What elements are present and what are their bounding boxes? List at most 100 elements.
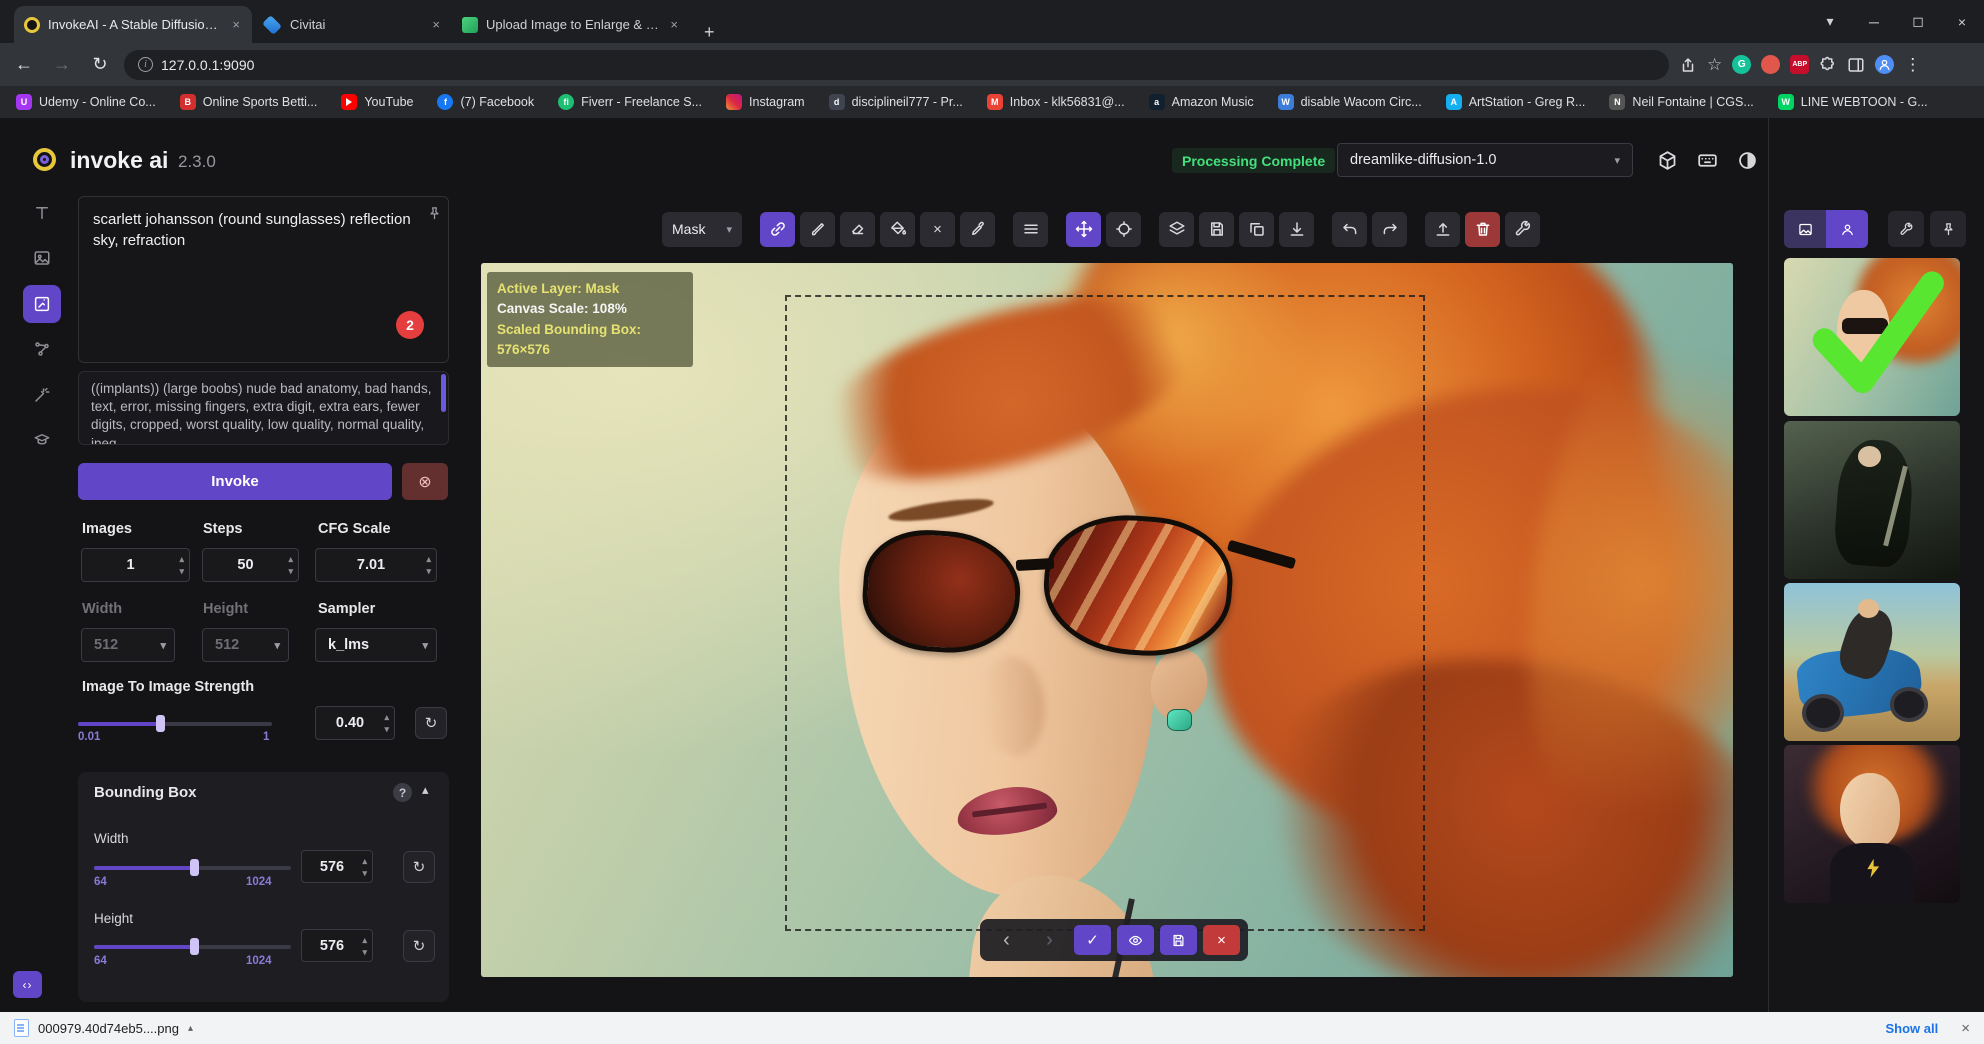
clear-mask-button[interactable]: × — [920, 212, 955, 247]
eraser-tool-button[interactable] — [840, 212, 875, 247]
extensions-puzzle-icon[interactable] — [1819, 56, 1837, 74]
browser-menu-icon[interactable]: ⋮ — [1904, 55, 1921, 75]
tab-close-icon[interactable]: × — [668, 17, 680, 32]
strength-slider-handle[interactable] — [156, 715, 165, 732]
extension-icon[interactable] — [1761, 55, 1780, 74]
tab-image-to-image[interactable] — [23, 239, 61, 277]
color-picker-button[interactable] — [960, 212, 995, 247]
prompt-input[interactable]: scarlett johansson (round sunglasses) re… — [78, 196, 449, 363]
downloads-close-icon[interactable]: × — [1947, 1020, 1970, 1037]
brush-options-button[interactable] — [1013, 212, 1048, 247]
bbox-width-input[interactable]: 576▴▾ — [301, 850, 373, 883]
preserve-mask-button[interactable] — [760, 212, 795, 247]
reset-view-button[interactable] — [1106, 212, 1141, 247]
site-info-icon[interactable]: i — [138, 57, 153, 72]
bookmark[interactable]: aAmazon Music — [1149, 94, 1254, 110]
bookmark[interactable]: Instagram — [726, 94, 805, 110]
gallery-settings-button[interactable] — [1888, 211, 1924, 247]
show-all-link[interactable]: Show all — [1886, 1021, 1939, 1036]
strength-reset-button[interactable]: ↻ — [415, 707, 447, 739]
forward-icon[interactable]: → — [48, 54, 76, 75]
options-panel-pin-button[interactable]: ‹› — [13, 971, 42, 998]
theme-button[interactable] — [1730, 143, 1764, 177]
back-icon[interactable]: ← — [10, 54, 38, 75]
pin-icon[interactable] — [427, 206, 442, 221]
merge-layers-button[interactable] — [1159, 212, 1194, 247]
stepper[interactable]: ▴▾ — [426, 553, 431, 577]
move-tool-button[interactable] — [1066, 212, 1101, 247]
tab-close-icon[interactable]: × — [230, 17, 242, 32]
tab-upload-image[interactable]: Upload Image to Enlarge & Enha... × — [452, 6, 690, 43]
reload-icon[interactable]: ↻ — [86, 54, 114, 75]
bookmark[interactable]: Wdisable Wacom Circ... — [1278, 94, 1422, 110]
tab-unified-canvas[interactable] — [23, 285, 61, 323]
bookmark-star-icon[interactable]: ☆ — [1707, 55, 1722, 75]
bookmark[interactable]: fiFiverr - Freelance S... — [558, 94, 702, 110]
show-hide-button[interactable] — [1117, 925, 1154, 955]
grammarly-extension-icon[interactable]: G — [1732, 55, 1751, 74]
layer-select[interactable]: Mask▾ — [662, 212, 742, 247]
previous-image-button[interactable]: ‹ — [988, 925, 1025, 955]
download-filename[interactable]: 000979.40d74eb5....png — [38, 1021, 179, 1036]
copy-to-clipboard-button[interactable] — [1239, 212, 1274, 247]
adblock-extension-icon[interactable]: ABP — [1790, 55, 1809, 74]
bbox-height-slider-handle[interactable] — [190, 938, 199, 955]
bookmark[interactable]: f(7) Facebook — [437, 94, 534, 110]
tab-close-icon[interactable]: × — [430, 17, 442, 32]
tab-postprocessing[interactable] — [23, 376, 61, 414]
invoke-button[interactable]: Invoke — [78, 463, 392, 500]
discard-image-button[interactable]: × — [1203, 925, 1240, 955]
gallery-pin-button[interactable] — [1930, 211, 1966, 247]
bbox-width-reset-button[interactable]: ↻ — [403, 851, 435, 883]
steps-input[interactable]: 50▴▾ — [202, 548, 299, 582]
bookmark[interactable]: NNeil Fontaine | CGS... — [1609, 94, 1753, 110]
tab-invokeai[interactable]: InvokeAI - A Stable Diffusion Too... × — [14, 6, 252, 43]
window-close-button[interactable]: × — [1940, 4, 1984, 40]
tab-nodes[interactable] — [23, 330, 61, 368]
gallery-thumbnail[interactable] — [1784, 421, 1960, 579]
bbox-height-input[interactable]: 576▴▾ — [301, 929, 373, 962]
save-to-gallery-button[interactable] — [1199, 212, 1234, 247]
clear-canvas-button[interactable] — [1465, 212, 1500, 247]
redo-button[interactable] — [1372, 212, 1407, 247]
stepper[interactable]: ▴▾ — [362, 855, 367, 879]
bookmark[interactable]: MInbox - klk56831@... — [987, 94, 1125, 110]
address-bar[interactable]: i 127.0.0.1:9090 — [124, 50, 1669, 80]
canvas-image[interactable]: Active Layer: Mask Canvas Scale: 108% Sc… — [481, 263, 1733, 977]
tab-search-chevron-icon[interactable]: ▾ — [1808, 4, 1852, 40]
bookmark[interactable]: UUdemy - Online Co... — [16, 94, 156, 110]
brush-tool-button[interactable] — [800, 212, 835, 247]
undo-button[interactable] — [1332, 212, 1367, 247]
window-maximize-button[interactable]: ◻ — [1896, 4, 1940, 40]
new-tab-button[interactable]: + — [690, 22, 729, 43]
canvas-settings-button[interactable] — [1505, 212, 1540, 247]
save-staging-button[interactable] — [1160, 925, 1197, 955]
negative-prompt-scrollbar[interactable] — [441, 374, 446, 412]
gallery-thumbnail-selected[interactable] — [1784, 258, 1960, 416]
gallery-thumbnail[interactable] — [1784, 583, 1960, 741]
gallery-images-tab[interactable] — [1784, 210, 1826, 248]
fill-tool-button[interactable] — [880, 212, 915, 247]
accept-image-button[interactable]: ✓ — [1074, 925, 1111, 955]
profile-avatar[interactable] — [1875, 55, 1894, 74]
model-manager-button[interactable] — [1650, 143, 1684, 177]
tab-civitai[interactable]: Civitai × — [252, 6, 452, 43]
hotkeys-button[interactable] — [1690, 143, 1724, 177]
download-menu-chevron-icon[interactable]: ▴ — [188, 1023, 193, 1034]
height-select[interactable]: 512▾ — [202, 628, 289, 662]
side-panel-icon[interactable] — [1847, 56, 1865, 74]
bookmark[interactable]: YouTube — [341, 94, 413, 110]
stepper[interactable]: ▴▾ — [179, 553, 184, 577]
images-input[interactable]: 1▴▾ — [81, 548, 190, 582]
cancel-button[interactable]: ⊗ — [402, 463, 448, 500]
cfg-input[interactable]: 7.01▴▾ — [315, 548, 437, 582]
help-icon[interactable]: ? — [393, 783, 412, 802]
share-icon[interactable] — [1679, 56, 1697, 74]
width-select[interactable]: 512▾ — [81, 628, 175, 662]
bbox-width-slider-handle[interactable] — [190, 859, 199, 876]
window-minimize-button[interactable]: ─ — [1852, 4, 1896, 40]
bookmark[interactable]: BOnline Sports Betti... — [180, 94, 318, 110]
negative-prompt-input[interactable]: ((implants)) (large boobs) nude bad anat… — [78, 371, 449, 445]
sampler-select[interactable]: k_lms▾ — [315, 628, 437, 662]
bounding-box-selection[interactable] — [785, 295, 1425, 931]
